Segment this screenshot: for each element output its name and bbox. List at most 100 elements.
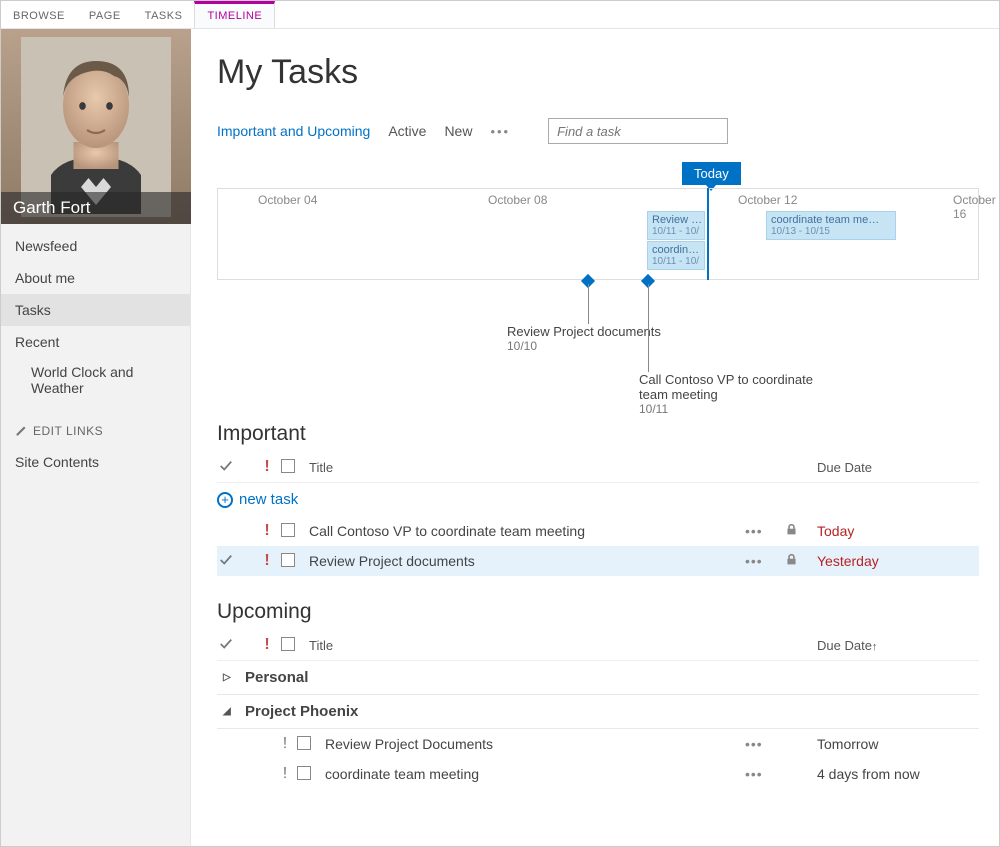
- task-menu[interactable]: •••: [745, 736, 785, 752]
- pencil-icon: [15, 425, 27, 437]
- complete-toggle[interactable]: [219, 553, 253, 570]
- sidebar-item-aboutme[interactable]: About me: [1, 262, 190, 294]
- timeline-bar-coordinate1[interactable]: coordin… 10/11 - 10/: [647, 241, 705, 270]
- task-checkbox[interactable]: [297, 736, 325, 753]
- task-menu[interactable]: •••: [745, 766, 785, 782]
- section-heading-important: Important: [217, 422, 979, 446]
- col-title[interactable]: Title: [309, 460, 745, 475]
- priority-icon: !: [253, 552, 281, 570]
- col-due-sorted[interactable]: Due Date↑: [817, 638, 977, 653]
- sidebar: Garth Fort Newsfeed About me Tasks Recen…: [1, 29, 191, 846]
- task-row[interactable]: ! Review Project Documents ••• Tomorrow: [217, 729, 979, 759]
- group-project-phoenix[interactable]: ◢ Project Phoenix: [217, 695, 979, 729]
- group-personal[interactable]: ▷ Personal: [217, 661, 979, 695]
- milestone-callout-review: Review Project documents 10/10: [507, 324, 707, 353]
- timeline-bar-dates: 10/11 - 10/: [652, 256, 700, 267]
- task-checkbox[interactable]: [281, 523, 309, 540]
- upcoming-header-row: ! Title Due Date↑: [217, 630, 979, 661]
- timeline-frame: October 04 October 08 October 12 October…: [217, 188, 979, 280]
- view-important-upcoming[interactable]: Important and Upcoming: [217, 123, 370, 139]
- sidebar-site-contents[interactable]: Site Contents: [1, 446, 190, 478]
- plus-circle-icon: +: [217, 492, 233, 508]
- timeline-bar-coordinate2[interactable]: coordinate team me… 10/13 - 10/15: [766, 211, 896, 240]
- col-priority-icon[interactable]: !: [253, 458, 281, 476]
- priority-icon: !: [253, 522, 281, 540]
- task-due: Yesterday: [817, 553, 977, 569]
- task-checkbox[interactable]: [281, 553, 309, 570]
- edit-links-label: EDIT LINKS: [33, 424, 103, 438]
- layout: Garth Fort Newsfeed About me Tasks Recen…: [1, 29, 999, 846]
- group-label: Personal: [245, 669, 308, 686]
- callout-label: Review Project documents: [507, 324, 707, 339]
- callout-line: [648, 284, 649, 372]
- task-title[interactable]: Call Contoso VP to coordinate team meeti…: [309, 523, 745, 539]
- important-header-row: ! Title Due Date: [217, 452, 979, 483]
- sidebar-item-tasks[interactable]: Tasks: [1, 294, 190, 326]
- main-content: My Tasks Important and Upcoming Active N…: [191, 29, 999, 846]
- callout-label: Call Contoso VP to coordinate team meeti…: [639, 372, 839, 402]
- timeline-tick: October 16: [953, 193, 996, 221]
- view-more-menu[interactable]: •••: [490, 124, 510, 139]
- col-title[interactable]: Title: [309, 638, 745, 653]
- col-complete-icon[interactable]: [219, 459, 253, 476]
- task-title[interactable]: Review Project documents: [309, 553, 745, 569]
- col-select[interactable]: [281, 459, 309, 476]
- avatar-name: Garth Fort: [1, 192, 191, 224]
- section-heading-upcoming: Upcoming: [217, 600, 979, 624]
- sort-asc-icon: ↑: [872, 641, 878, 653]
- task-row[interactable]: ! Review Project documents ••• Yesterday: [217, 546, 979, 576]
- ribbon-tab-tasks[interactable]: TASKS: [133, 1, 195, 28]
- task-due: Tomorrow: [817, 736, 977, 752]
- timeline-tick: October 04: [258, 193, 317, 207]
- new-task-button[interactable]: + new task: [217, 483, 979, 516]
- timeline-tick: October 08: [488, 193, 547, 207]
- task-menu[interactable]: •••: [745, 553, 785, 569]
- page-title: My Tasks: [217, 53, 979, 92]
- sidebar-item-newsfeed[interactable]: Newsfeed: [1, 230, 190, 262]
- callout-line: [588, 284, 589, 324]
- ribbon-tabs: BROWSE PAGE TASKS TIMELINE: [1, 1, 999, 29]
- ribbon-tab-page[interactable]: PAGE: [77, 1, 133, 28]
- search-input[interactable]: [548, 118, 728, 144]
- task-title[interactable]: Review Project Documents: [325, 736, 745, 752]
- milestone-callout-call: Call Contoso VP to coordinate team meeti…: [639, 372, 839, 416]
- timeline: Today October 04 October 08 October 12 O…: [217, 162, 979, 392]
- today-line: [707, 188, 709, 280]
- priority-icon: !: [273, 735, 297, 753]
- sidebar-sub-worldclock[interactable]: World Clock and Weather: [1, 358, 190, 402]
- ribbon-tab-timeline[interactable]: TIMELINE: [194, 1, 275, 28]
- timeline-bar-label: Review …: [652, 214, 702, 226]
- timeline-bar-dates: 10/13 - 10/15: [771, 226, 891, 237]
- timeline-bar-label: coordinate team me…: [771, 214, 879, 226]
- task-row[interactable]: ! Call Contoso VP to coordinate team mee…: [217, 516, 979, 546]
- col-priority-icon[interactable]: !: [253, 636, 281, 654]
- col-due[interactable]: Due Date: [817, 460, 977, 475]
- task-checkbox[interactable]: [297, 766, 325, 783]
- timeline-bar-dates: 10/11 - 10/: [652, 226, 700, 237]
- col-select[interactable]: [281, 637, 309, 654]
- group-tasks: ! Review Project Documents ••• Tomorrow …: [217, 729, 979, 789]
- timeline-bar-review[interactable]: Review … 10/11 - 10/: [647, 211, 705, 240]
- task-title[interactable]: coordinate team meeting: [325, 766, 745, 782]
- callout-date: 10/11: [639, 402, 839, 416]
- col-complete-icon[interactable]: [219, 637, 253, 654]
- ribbon-tab-browse[interactable]: BROWSE: [1, 1, 77, 28]
- callout-date: 10/10: [507, 339, 707, 353]
- lock-icon: [785, 553, 817, 569]
- task-due: Today: [817, 523, 977, 539]
- today-marker: Today: [682, 162, 741, 185]
- person-icon: [16, 37, 176, 217]
- view-toolbar: Important and Upcoming Active New •••: [217, 118, 979, 144]
- priority-icon: !: [273, 765, 297, 783]
- task-due: 4 days from now: [817, 766, 977, 782]
- timeline-bar-label: coordin…: [652, 244, 699, 256]
- task-row[interactable]: ! coordinate team meeting ••• 4 days fro…: [217, 759, 979, 789]
- collapse-icon: ◢: [223, 706, 237, 717]
- group-label: Project Phoenix: [245, 703, 358, 720]
- view-new[interactable]: New: [444, 123, 472, 139]
- task-menu[interactable]: •••: [745, 523, 785, 539]
- sidebar-edit-links[interactable]: EDIT LINKS: [1, 416, 190, 446]
- view-active[interactable]: Active: [388, 123, 426, 139]
- sidebar-nav: Newsfeed About me Tasks Recent World Clo…: [1, 224, 190, 478]
- sidebar-item-recent[interactable]: Recent: [1, 326, 190, 358]
